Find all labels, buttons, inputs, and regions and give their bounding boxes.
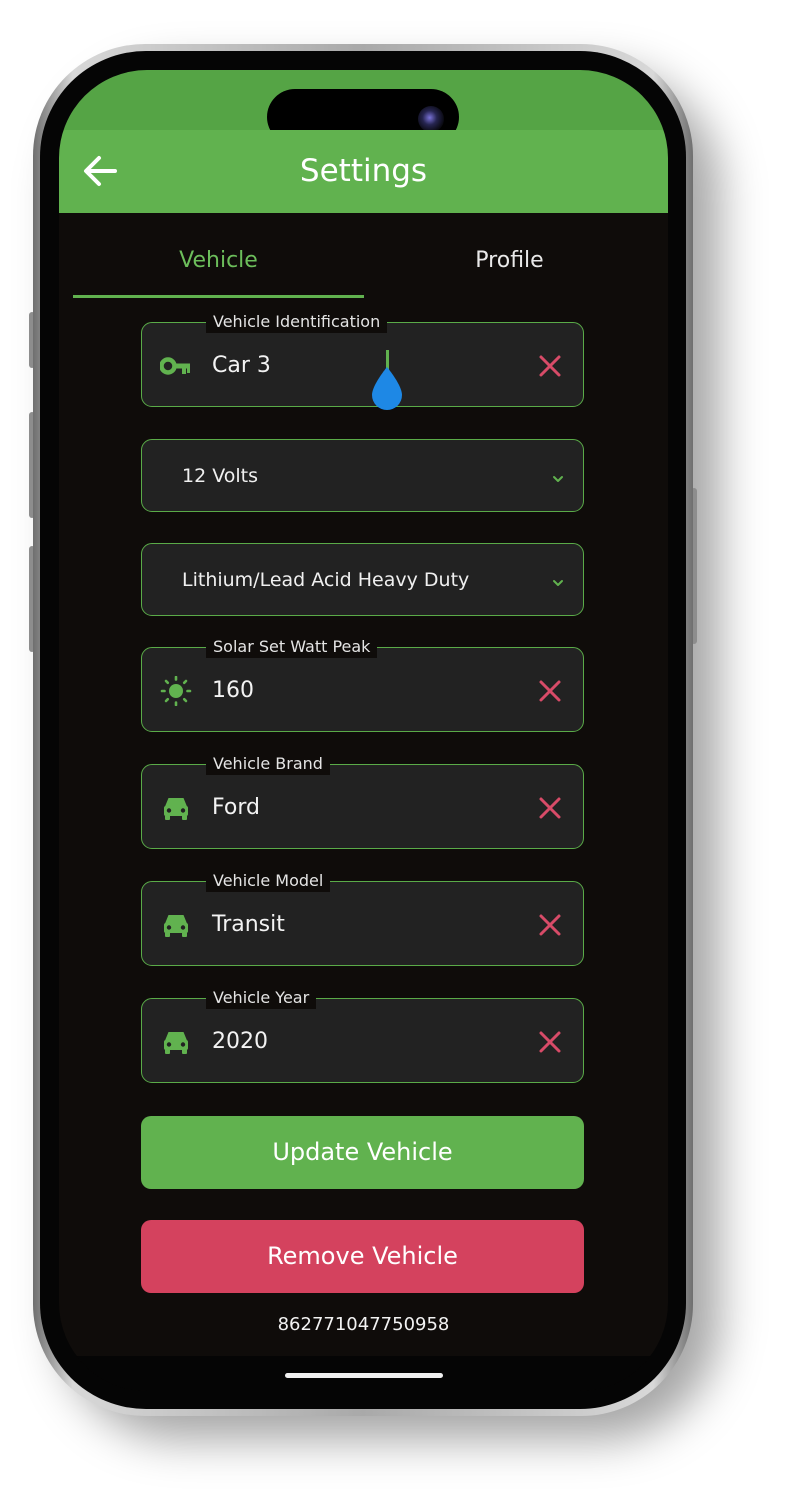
tab-vehicle[interactable]: Vehicle bbox=[73, 213, 364, 299]
solar-watt-peak-field[interactable]: Solar Set Watt Peak 160 bbox=[141, 636, 584, 732]
remove-vehicle-button[interactable]: Remove Vehicle bbox=[141, 1220, 584, 1293]
vehicle-identification-value: Car 3 bbox=[212, 353, 271, 378]
clear-button[interactable] bbox=[537, 912, 563, 938]
solar-watt-peak-value: 160 bbox=[212, 678, 254, 703]
vehicle-brand-value: Ford bbox=[212, 795, 260, 820]
page-title: Settings bbox=[299, 153, 428, 189]
home-indicator[interactable] bbox=[285, 1373, 443, 1378]
battery-type-select[interactable]: Lithium/Lead Acid Heavy Duty bbox=[141, 543, 584, 616]
clear-button[interactable] bbox=[537, 353, 563, 379]
battery-type-value: Lithium/Lead Acid Heavy Duty bbox=[182, 569, 470, 591]
voltage-value: 12 Volts bbox=[182, 465, 258, 487]
car-icon bbox=[160, 793, 192, 823]
device-id: 862771047750958 bbox=[277, 1314, 450, 1335]
close-icon bbox=[539, 680, 561, 702]
vehicle-year-field[interactable]: Vehicle Year 2020 bbox=[141, 987, 584, 1083]
clear-button[interactable] bbox=[537, 1029, 563, 1055]
tab-profile[interactable]: Profile bbox=[364, 213, 655, 299]
vehicle-year-value: 2020 bbox=[212, 1029, 268, 1054]
tab-bar: Vehicle Profile bbox=[73, 213, 655, 299]
chevron-down-icon bbox=[551, 470, 565, 482]
sun-icon bbox=[160, 675, 192, 707]
voltage-select[interactable]: 12 Volts bbox=[141, 439, 584, 512]
vehicle-brand-field[interactable]: Vehicle Brand Ford bbox=[141, 753, 584, 849]
chevron-down-icon bbox=[551, 574, 565, 586]
car-icon bbox=[160, 1027, 192, 1057]
key-icon bbox=[159, 351, 192, 381]
car-icon bbox=[160, 910, 192, 940]
app-screen: Settings Vehicle Profile Vehicle Identif… bbox=[59, 70, 668, 1391]
text-cursor-handle[interactable] bbox=[370, 365, 404, 411]
clear-button[interactable] bbox=[537, 795, 563, 821]
close-icon bbox=[539, 797, 561, 819]
close-icon bbox=[539, 1031, 561, 1053]
update-vehicle-button[interactable]: Update Vehicle bbox=[141, 1116, 584, 1189]
vehicle-identification-field[interactable]: Vehicle Identification Car 3 bbox=[141, 311, 584, 410]
active-tab-indicator bbox=[73, 295, 364, 298]
app-bar: Settings bbox=[59, 130, 668, 213]
clear-button[interactable] bbox=[537, 678, 563, 704]
front-camera bbox=[418, 106, 444, 132]
close-icon bbox=[539, 355, 561, 377]
vehicle-model-field[interactable]: Vehicle Model Transit bbox=[141, 870, 584, 966]
vehicle-model-value: Transit bbox=[212, 912, 285, 937]
close-icon bbox=[539, 914, 561, 936]
